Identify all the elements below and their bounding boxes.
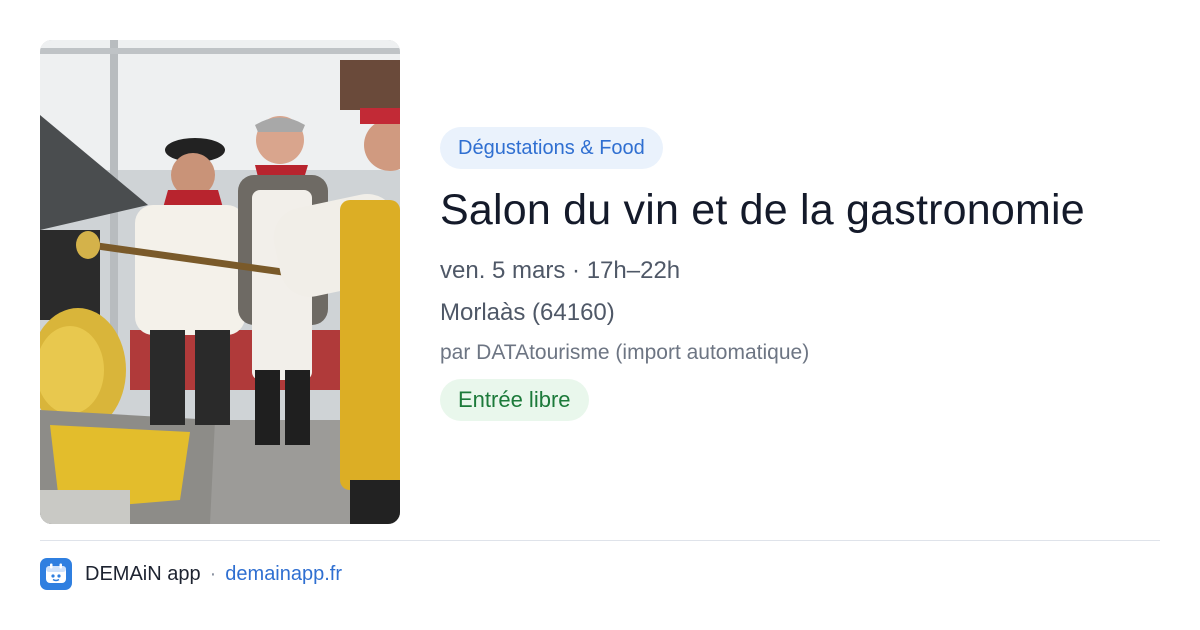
app-logo-icon — [40, 558, 72, 590]
app-name: DEMAiN app — [85, 562, 201, 585]
event-datetime: ven. 5 mars · 17h–22h — [440, 257, 681, 284]
event-info: Dégustations & Food Salon du vin et de l… — [440, 127, 1160, 421]
app-website-link[interactable]: demainapp.fr — [225, 563, 342, 586]
footer-separator: · — [209, 562, 217, 585]
price-badge: Entrée libre — [440, 379, 589, 421]
event-photo — [40, 40, 400, 524]
event-location: Morlaàs (64160) — [440, 299, 615, 326]
footer: DEMAiN app · demainapp.fr — [40, 558, 342, 590]
footer-divider — [40, 540, 1160, 541]
event-title: Salon du vin et de la gastronomie — [440, 186, 1085, 234]
category-badge[interactable]: Dégustations & Food — [440, 127, 663, 169]
event-organizer: par DATAtourisme (import automatique) — [440, 341, 810, 364]
event-photo-image — [40, 40, 400, 524]
